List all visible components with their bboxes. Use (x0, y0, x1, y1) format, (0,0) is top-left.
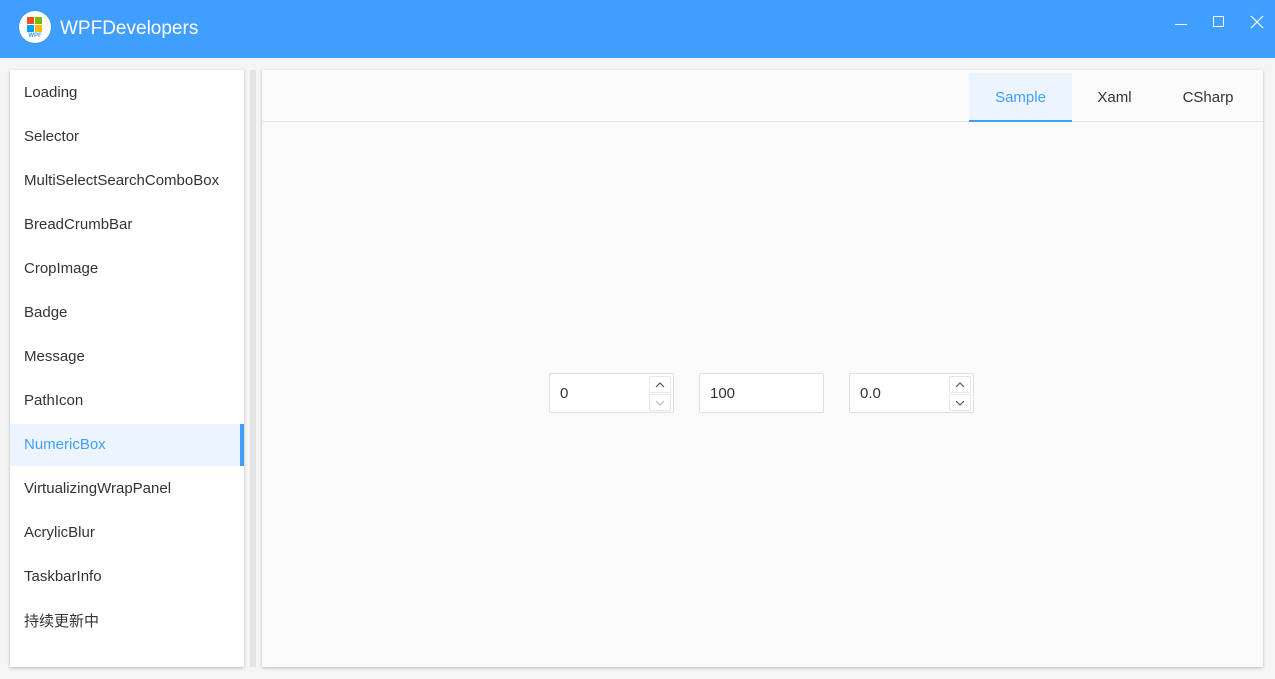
close-icon (1250, 15, 1264, 29)
numeric-box-decimal (849, 373, 974, 413)
sidebar-item-pathicon[interactable]: PathIcon (10, 380, 244, 422)
sidebar: Loading Selector MultiSelectSearchComboB… (10, 70, 244, 667)
sidebar-item-message[interactable]: Message (10, 336, 244, 378)
numeric-input[interactable] (550, 374, 646, 412)
chevron-up-icon (955, 382, 965, 388)
chevron-down-icon (955, 400, 965, 406)
sidebar-item-breadcrumbbar[interactable]: BreadCrumbBar (10, 204, 244, 246)
logo-square-blue (27, 25, 34, 32)
minimize-icon (1175, 24, 1187, 25)
chevron-down-icon (655, 400, 665, 406)
logo-square-red (27, 17, 34, 24)
sidebar-item-taskbarinfo[interactable]: TaskbarInfo (10, 556, 244, 598)
numeric-box-no-spinner (699, 373, 824, 413)
logo-text: WPF (28, 33, 42, 39)
close-button[interactable] (1245, 10, 1269, 34)
sidebar-item-updating[interactable]: 持续更新中 (10, 600, 244, 642)
chevron-up-icon (655, 382, 665, 388)
numeric-input[interactable] (700, 374, 820, 412)
logo-square-green (35, 17, 42, 24)
maximize-icon (1213, 16, 1224, 27)
sidebar-item-badge[interactable]: Badge (10, 292, 244, 334)
window-title: WPFDevelopers (60, 18, 199, 39)
app-logo: WPF (19, 11, 51, 43)
increment-button[interactable] (649, 376, 671, 393)
title-bar[interactable]: WPF WPFDevelopers (0, 0, 1275, 58)
numeric-input[interactable] (850, 374, 946, 412)
numeric-box-integer (549, 373, 674, 413)
sidebar-item-cropimage[interactable]: CropImage (10, 248, 244, 290)
sidebar-item-selector[interactable]: Selector (10, 116, 244, 158)
decrement-button[interactable] (649, 394, 671, 411)
increment-button[interactable] (949, 376, 971, 393)
sidebar-item-loading[interactable]: Loading (10, 72, 244, 114)
maximize-button[interactable] (1207, 10, 1231, 34)
logo-square-yellow (35, 25, 42, 32)
tab-sample[interactable]: Sample (969, 73, 1072, 122)
sidebar-item-multiselectsearchcombobox[interactable]: MultiSelectSearchComboBox (10, 160, 244, 202)
sidebar-item-virtualizingwrappanel[interactable]: VirtualizingWrapPanel (10, 468, 244, 510)
tab-bar: Sample Xaml CSharp (262, 70, 1263, 122)
tab-csharp[interactable]: CSharp (1157, 73, 1259, 122)
sidebar-item-acrylicblur[interactable]: AcrylicBlur (10, 512, 244, 554)
tab-xaml[interactable]: Xaml (1072, 73, 1157, 122)
minimize-button[interactable] (1169, 10, 1193, 34)
sidebar-item-numericbox[interactable]: NumericBox (10, 424, 244, 466)
decrement-button[interactable] (949, 394, 971, 411)
grid-splitter[interactable] (250, 70, 256, 667)
content-panel: Sample Xaml CSharp (262, 70, 1263, 667)
